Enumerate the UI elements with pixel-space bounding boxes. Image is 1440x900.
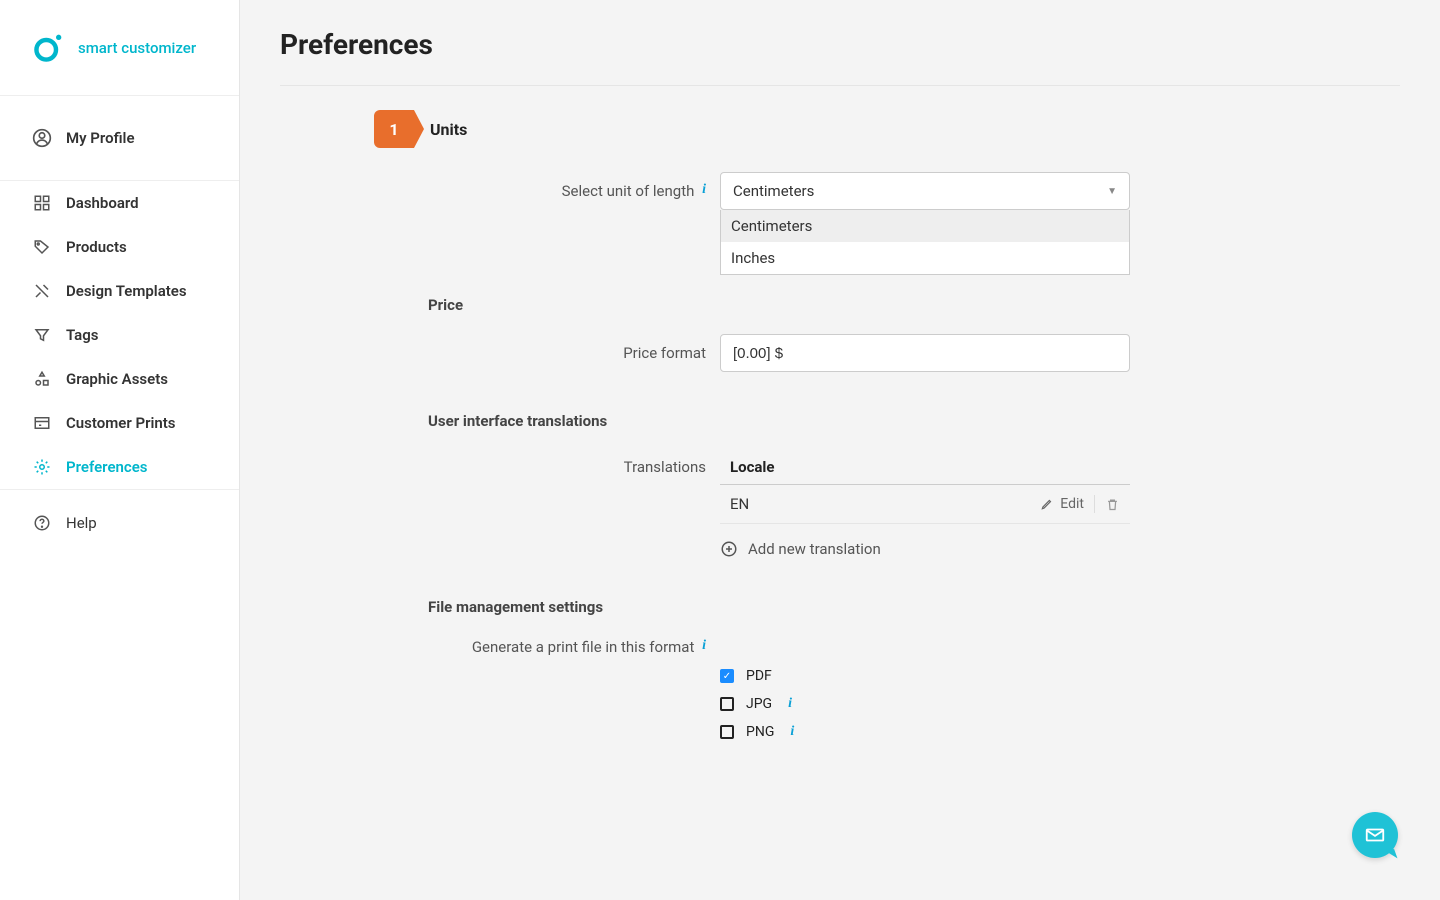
format-option-png[interactable]: PNG i — [720, 724, 1130, 740]
price-format-label: Price format — [280, 344, 720, 362]
checkbox-icon — [720, 725, 734, 739]
info-icon[interactable]: i — [788, 696, 792, 712]
translation-delete-button[interactable] — [1105, 497, 1120, 512]
brand-logo-icon — [32, 32, 64, 64]
brand-logo-text: smart customizer — [78, 39, 196, 57]
checkbox-icon: ✓ — [720, 669, 734, 683]
translations-heading: User interface translations — [428, 412, 1360, 430]
step-label: Units — [430, 120, 467, 139]
unit-length-label: Select unit of length i — [280, 182, 720, 200]
info-icon[interactable]: i — [790, 724, 794, 740]
sidebar-item-label: Graphic Assets — [66, 370, 168, 388]
dropdown-option-inches[interactable]: Inches — [721, 242, 1129, 274]
sidebar-item-label: Preferences — [66, 458, 148, 476]
prints-icon — [32, 413, 52, 433]
sidebar-item-dashboard[interactable]: Dashboard — [0, 181, 239, 225]
sidebar-item-label: Tags — [66, 326, 99, 344]
translation-locale: EN — [730, 495, 749, 513]
sidebar-item-label: Products — [66, 238, 127, 256]
info-icon[interactable]: i — [702, 638, 706, 654]
sidebar-item-help[interactable]: Help — [0, 490, 239, 556]
dropdown-option-centimeters[interactable]: Centimeters — [721, 210, 1129, 242]
pencil-icon — [1040, 497, 1054, 511]
unit-length-dropdown: Centimeters Inches — [720, 210, 1130, 275]
sidebar-item-label: Help — [66, 514, 97, 532]
brand-logo[interactable]: smart customizer — [0, 0, 239, 96]
page-title: Preferences — [280, 28, 1400, 86]
mail-icon — [1364, 824, 1386, 846]
unit-length-select[interactable]: Centimeters ▼ — [720, 172, 1130, 210]
translation-edit-button[interactable]: Edit — [1040, 496, 1084, 512]
sidebar-item-label: Design Templates — [66, 282, 187, 300]
sidebar: smart customizer My Profile Dashboard — [0, 0, 240, 900]
user-icon — [32, 128, 52, 148]
sidebar-item-graphic-assets[interactable]: Graphic Assets — [0, 357, 239, 401]
shapes-icon — [32, 369, 52, 389]
chevron-down-icon: ▼ — [1107, 186, 1117, 197]
main-content: Preferences 1 Units Select unit of lengt… — [240, 0, 1440, 900]
price-heading: Price — [428, 296, 1360, 314]
info-icon[interactable]: i — [702, 182, 706, 198]
checkbox-icon — [720, 697, 734, 711]
sidebar-item-design-templates[interactable]: Design Templates — [0, 269, 239, 313]
files-heading: File management settings — [428, 598, 1360, 616]
translation-row: EN Edit — [720, 485, 1130, 524]
sidebar-item-tags[interactable]: Tags — [0, 313, 239, 357]
tag-icon — [32, 237, 52, 257]
plus-circle-icon — [720, 540, 738, 558]
separator — [1094, 495, 1095, 513]
format-option-pdf[interactable]: ✓ PDF — [720, 668, 1130, 684]
translations-label: Translations — [280, 450, 720, 476]
sidebar-item-customer-prints[interactable]: Customer Prints — [0, 401, 239, 445]
contact-fab[interactable] — [1352, 812, 1398, 858]
sidebar-item-products[interactable]: Products — [0, 225, 239, 269]
sidebar-item-label: My Profile — [66, 129, 135, 147]
price-format-input[interactable] — [720, 334, 1130, 372]
sidebar-item-preferences[interactable]: Preferences — [0, 445, 239, 489]
units-step-header: 1 Units — [374, 110, 1360, 148]
translations-col-locale: Locale — [720, 450, 1130, 485]
sidebar-item-profile[interactable]: My Profile — [0, 96, 239, 180]
sidebar-item-label: Dashboard — [66, 194, 139, 212]
sidebar-item-label: Customer Prints — [66, 414, 176, 432]
add-translation-button[interactable]: Add new translation — [720, 524, 1130, 558]
dashboard-icon — [32, 193, 52, 213]
filter-icon — [32, 325, 52, 345]
generate-format-label: Generate a print file in this format i — [280, 636, 720, 656]
unit-length-selected: Centimeters — [733, 182, 814, 200]
tools-icon — [32, 281, 52, 301]
step-badge: 1 — [374, 110, 414, 148]
format-checkbox-list: ✓ PDF JPG i PNG i — [720, 668, 1130, 740]
gear-icon — [32, 457, 52, 477]
format-option-jpg[interactable]: JPG i — [720, 696, 1130, 712]
help-icon — [32, 513, 52, 533]
